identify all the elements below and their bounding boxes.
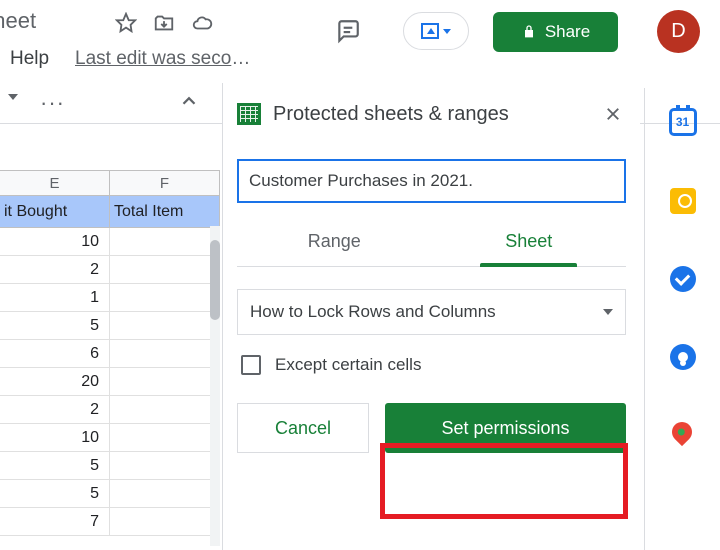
spreadsheet-grid[interactable]: E F it Bought Total Item 10215620210557 [0,170,220,536]
cell[interactable]: 5 [0,312,110,339]
set-permissions-button[interactable]: Set permissions [385,403,626,453]
table-row[interactable]: 1 [0,284,220,312]
document-title-partial[interactable]: dsheet [0,8,36,34]
star-icon[interactable] [115,12,137,34]
tab-range[interactable]: Range [237,221,432,266]
chevron-down-icon [603,309,613,315]
panel-title: Protected sheets & ranges [273,103,588,126]
table-row[interactable]: 2 [0,396,220,424]
share-button[interactable]: Share [493,12,618,52]
sheets-icon [237,103,261,125]
tab-sheet[interactable]: Sheet [432,221,627,266]
protected-ranges-panel: Protected sheets & ranges Range Sheet Ho… [222,83,640,550]
cloud-status-icon[interactable] [190,12,214,34]
table-row[interactable]: 2 [0,256,220,284]
close-icon[interactable] [600,101,626,127]
cell[interactable]: 2 [0,256,110,283]
header-cell[interactable]: it Bought [0,196,110,227]
present-icon [421,23,439,39]
present-button[interactable] [403,12,469,50]
cell[interactable] [110,508,220,535]
toolbar-more-icon[interactable]: ··· [40,90,65,116]
cancel-button[interactable]: Cancel [237,403,369,453]
table-row[interactable]: 10 [0,228,220,256]
dropdown-selected-label: How to Lock Rows and Columns [250,302,496,322]
cell[interactable]: 2 [0,396,110,423]
chevron-down-icon [443,29,451,34]
table-row[interactable]: 7 [0,508,220,536]
account-avatar[interactable]: D [657,10,700,53]
contacts-icon[interactable] [670,344,696,370]
header-cell[interactable]: Total Item [110,196,220,227]
table-row[interactable]: 5 [0,452,220,480]
keep-icon[interactable] [670,188,696,214]
column-header[interactable]: F [110,171,220,195]
sheet-select-dropdown[interactable]: How to Lock Rows and Columns [237,289,626,335]
table-row[interactable]: 6 [0,340,220,368]
maps-icon[interactable] [672,422,694,450]
side-app-bar: 31 [644,88,720,550]
cell[interactable]: 5 [0,452,110,479]
move-to-folder-icon[interactable] [153,12,175,34]
cell[interactable] [110,368,220,395]
table-row[interactable]: 5 [0,480,220,508]
share-label: Share [545,22,590,42]
lock-icon [521,24,537,40]
cell[interactable] [110,452,220,479]
cell[interactable]: 10 [0,228,110,255]
comments-icon[interactable] [335,18,361,44]
table-row[interactable]: 5 [0,312,220,340]
cell[interactable]: 6 [0,340,110,367]
cell[interactable] [110,256,220,283]
table-row[interactable]: 10 [0,424,220,452]
cell[interactable]: 1 [0,284,110,311]
table-row[interactable]: 20 [0,368,220,396]
cell[interactable] [110,396,220,423]
cell[interactable] [110,284,220,311]
except-cells-label: Except certain cells [275,355,421,375]
calendar-icon[interactable]: 31 [669,108,697,136]
cell[interactable] [110,312,220,339]
cell[interactable] [110,228,220,255]
cell[interactable] [110,340,220,367]
cell[interactable]: 20 [0,368,110,395]
cell[interactable]: 7 [0,508,110,535]
description-input[interactable] [237,159,626,203]
collapse-icon[interactable] [178,90,200,112]
cell[interactable] [110,424,220,451]
cell[interactable] [110,480,220,507]
tasks-icon[interactable] [670,266,696,292]
menu-help[interactable]: Help [10,48,49,70]
toolbar-dropdown-caret[interactable] [8,94,18,100]
column-header[interactable]: E [0,171,110,195]
vertical-scrollbar-thumb[interactable] [210,240,220,320]
last-edit-link[interactable]: Last edit was second… [75,48,260,70]
except-cells-checkbox[interactable] [241,355,261,375]
cell[interactable]: 10 [0,424,110,451]
cell[interactable]: 5 [0,480,110,507]
